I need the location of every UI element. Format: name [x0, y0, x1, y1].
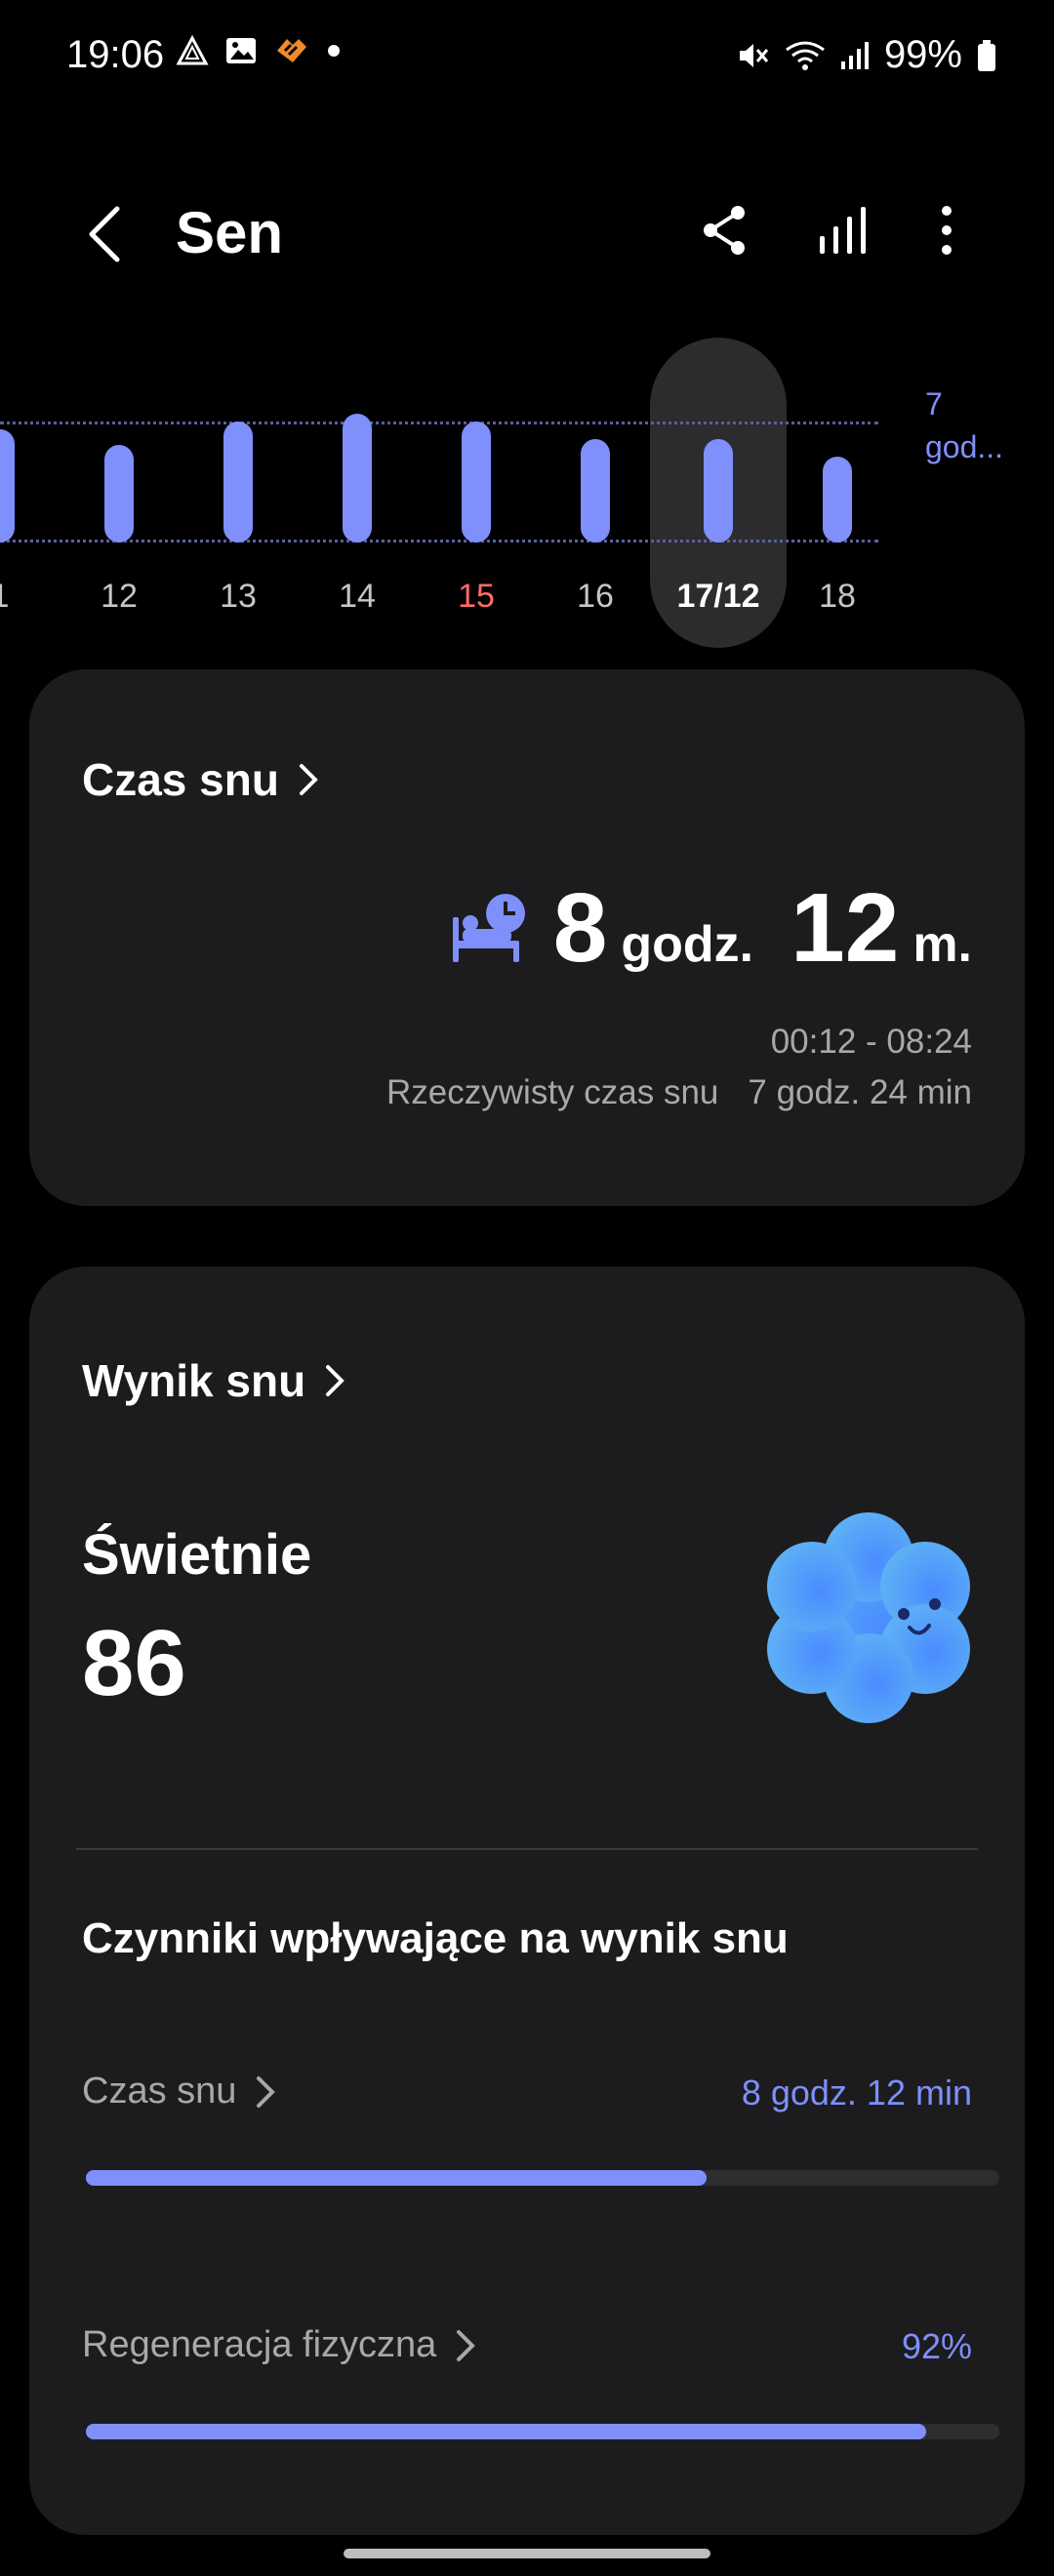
sleep-rating: Świetnie: [82, 1523, 312, 1587]
factor-value: 8 godz. 12 min: [741, 2073, 972, 2113]
actual-sleep-label: Rzeczywisty czas snu: [386, 1073, 719, 1111]
sleep-time-title-link[interactable]: Czas snu: [82, 753, 318, 806]
actual-sleep-row: Rzeczywisty czas snu 7 godz. 24 min: [386, 1073, 972, 1112]
day-label[interactable]: 16: [547, 578, 644, 616]
goal-unit: god...: [925, 429, 1004, 464]
factor-progress-track: [86, 2170, 999, 2186]
day-label[interactable]: 15: [427, 578, 525, 616]
day-bar-12[interactable]: [104, 445, 134, 543]
day-bar-13[interactable]: [223, 422, 253, 543]
factor-physical-recovery-link[interactable]: Regeneracja fizyczna: [82, 2324, 476, 2366]
day-label[interactable]: 18: [789, 578, 886, 616]
home-indicator[interactable]: [344, 2549, 710, 2558]
sleep-score-card: Wynik snu Świetnie 86 Czynniki wpływając…: [29, 1267, 1025, 2535]
factor-sleep-time-link[interactable]: Czas snu: [82, 2071, 276, 2113]
factor-value: 92%: [901, 2326, 972, 2366]
chevron-right-icon: [326, 1365, 345, 1396]
bed-clock-icon: [453, 894, 525, 962]
chevron-right-icon: [299, 764, 318, 795]
day-bar-17-12[interactable]: [704, 439, 733, 543]
sleep-score-title: Wynik snu: [82, 1355, 306, 1406]
factor-progress-fill: [86, 2424, 927, 2439]
sleep-range: 00:12 - 08:24: [770, 1023, 972, 1061]
sleep-score: 86: [82, 1611, 186, 1715]
sleep-hours: 8: [552, 873, 608, 983]
factor-progress-track: [86, 2424, 999, 2439]
day-label[interactable]: 13: [189, 578, 287, 616]
sleep-score-title-link[interactable]: Wynik snu: [82, 1354, 345, 1407]
sleep-time-title: Czas snu: [82, 754, 279, 805]
divider: [76, 1848, 978, 1850]
day-label[interactable]: 14: [308, 578, 406, 616]
sleep-minutes: 12: [790, 873, 900, 983]
sleep-duration: 8 godz. 12 m.: [553, 872, 972, 985]
day-bar-1[interactable]: [0, 429, 15, 543]
factor-label: Regeneracja fizyczna: [82, 2324, 437, 2365]
actual-sleep-value: 7 godz. 24 min: [748, 1073, 972, 1111]
factors-title: Czynniki wpływające na wynik snu: [82, 1914, 789, 1962]
day-label[interactable]: 1: [0, 578, 49, 616]
day-bar-16[interactable]: [581, 439, 610, 543]
sleep-minutes-unit: m.: [912, 916, 972, 973]
day-bar-14[interactable]: [343, 414, 372, 543]
factor-label: Czas snu: [82, 2071, 237, 2112]
sleep-hours-unit: godz.: [621, 916, 754, 973]
day-label[interactable]: 17/12: [669, 578, 767, 616]
day-bar-15[interactable]: [462, 422, 491, 543]
goal-value: 7: [925, 386, 943, 422]
goal-label: 7 god...: [925, 382, 1003, 468]
week-sleep-chart[interactable]: 1 12 13 14 15 16 17/12 18: [0, 0, 1054, 683]
chevron-right-icon: [257, 2075, 276, 2108]
factor-progress-fill: [86, 2170, 708, 2186]
chevron-right-icon: [457, 2329, 476, 2361]
day-bar-18[interactable]: [823, 457, 852, 543]
sleep-time-card[interactable]: Czas snu 8 godz. 12 m. 00:12 - 08:24 Rze…: [29, 669, 1025, 1206]
sleep-mascot-icon: [767, 1512, 970, 1723]
day-label[interactable]: 12: [70, 578, 168, 616]
